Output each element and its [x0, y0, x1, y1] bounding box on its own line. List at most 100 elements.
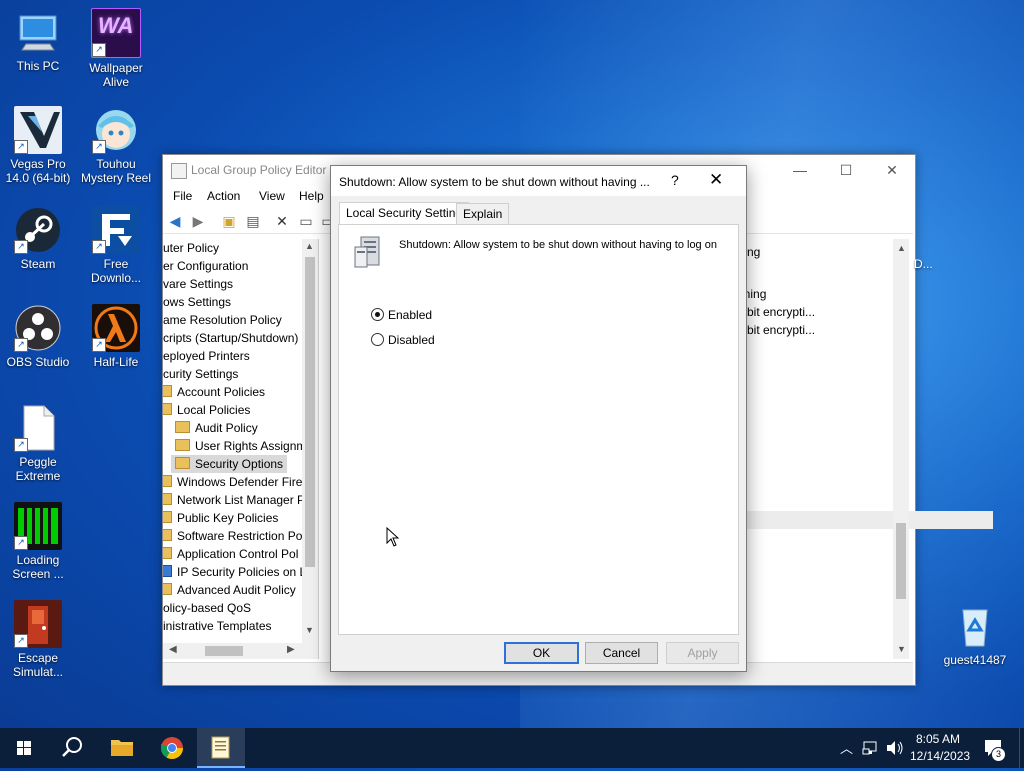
- help-button[interactable]: ?: [671, 172, 679, 188]
- tree-item-windows-defender[interactable]: Windows Defender Firev: [163, 473, 308, 491]
- tree-item-ip-security[interactable]: IP Security Policies on L: [163, 563, 306, 581]
- desktop-icon-label: OBS Studio: [6, 355, 70, 369]
- policy-list-scrollbar[interactable]: ▲ ▼: [893, 239, 909, 659]
- taskbar-file-explorer[interactable]: [98, 728, 146, 768]
- show-hidden-icons-chevron-icon[interactable]: ︿: [840, 738, 853, 757]
- start-button[interactable]: [0, 728, 48, 768]
- tree-item[interactable]: vare Settings: [163, 275, 233, 293]
- dialog-title-bar[interactable]: Shutdown: Allow system to be shut down w…: [331, 166, 746, 196]
- tree-vertical-scrollbar[interactable]: ▲ ▼: [302, 239, 318, 659]
- show-hide-tree-icon[interactable]: ▤: [244, 212, 262, 230]
- delete-icon[interactable]: ✕: [273, 212, 291, 230]
- scroll-down-arrow-icon[interactable]: ▼: [305, 625, 314, 635]
- tree-item-software-restriction[interactable]: Software Restriction Pol: [163, 527, 305, 545]
- action-center-button[interactable]: 3: [982, 736, 1006, 762]
- menu-action[interactable]: Action: [207, 189, 240, 203]
- selected-policy-row-highlight[interactable]: [747, 511, 993, 529]
- tree-item-network-list[interactable]: Network List Manager P: [163, 491, 305, 509]
- tree-item-label: Security Options: [195, 457, 284, 471]
- properties-icon[interactable]: ▭: [297, 212, 315, 230]
- radio-unselected-icon: [371, 333, 384, 346]
- policy-name-label: Shutdown: Allow system to be shut down w…: [399, 239, 717, 251]
- desktop-icon-peggle-extreme[interactable]: ↗ Peggle Extreme: [0, 404, 76, 483]
- maximize-button[interactable]: ☐: [823, 155, 869, 185]
- taskbar-chrome[interactable]: [148, 728, 196, 768]
- tree-item-security-options[interactable]: Security Options: [171, 455, 288, 473]
- tree-item[interactable]: er Configuration: [163, 257, 248, 275]
- tree-item-local-policies[interactable]: Local Policies: [163, 401, 250, 419]
- ok-button[interactable]: OK: [504, 642, 579, 664]
- tab-explain[interactable]: Explain: [456, 203, 510, 225]
- volume-icon[interactable]: [885, 739, 905, 757]
- menu-help[interactable]: Help: [299, 189, 324, 203]
- tree-item-user-rights[interactable]: User Rights Assignm: [175, 437, 306, 455]
- taskbar-group-policy-editor[interactable]: [197, 728, 245, 768]
- desktop-icon-recycle-bin[interactable]: guest41487: [937, 602, 1013, 667]
- tree-item-account-policies[interactable]: Account Policies: [163, 383, 265, 401]
- tree-hscroll-thumb[interactable]: [205, 646, 243, 656]
- scroll-right-arrow-icon[interactable]: ▶: [287, 644, 295, 655]
- forward-arrow-icon[interactable]: ▶: [189, 212, 207, 230]
- chrome-icon: [161, 737, 183, 759]
- tree-item-application-control[interactable]: Application Control Pol: [163, 545, 298, 563]
- tree-item[interactable]: inistrative Templates: [163, 617, 272, 635]
- tree-item[interactable]: cripts (Startup/Shutdown): [163, 329, 298, 347]
- shortcut-arrow-icon: ↗: [14, 536, 28, 550]
- minimize-button[interactable]: —: [777, 155, 823, 185]
- network-icon[interactable]: [862, 740, 880, 756]
- scroll-down-arrow-icon[interactable]: ▼: [897, 644, 906, 654]
- blank-file-icon: ↗: [14, 404, 62, 452]
- tree-item[interactable]: ame Resolution Policy: [163, 311, 282, 329]
- scroll-up-arrow-icon[interactable]: ▲: [897, 243, 906, 253]
- disabled-radio[interactable]: Disabled: [371, 333, 435, 347]
- show-desktop-button[interactable]: [1019, 728, 1024, 768]
- desktop-icon-steam[interactable]: ↗ Steam: [0, 206, 76, 271]
- desktop-icon-loading-screen[interactable]: ↗ Loading Screen ...: [0, 502, 76, 581]
- search-button[interactable]: [48, 728, 96, 768]
- ip-security-icon: [163, 565, 172, 577]
- up-folder-icon[interactable]: ▣: [220, 212, 238, 230]
- desktop-icon-wallpaper-alive[interactable]: WA ↗ Wallpaper Alive: [78, 8, 154, 89]
- tree-item-advanced-audit[interactable]: Advanced Audit Policy: [163, 581, 296, 599]
- tree-horizontal-scrollbar[interactable]: ◀ ▶: [163, 643, 302, 659]
- back-arrow-icon[interactable]: ◀: [166, 212, 184, 230]
- clock-time[interactable]: 8:05 AM: [916, 732, 960, 746]
- desktop-icon-obs-studio[interactable]: ↗ OBS Studio: [0, 304, 76, 369]
- desktop-icon-half-life[interactable]: ↗ Half-Life: [78, 304, 154, 369]
- policy-editor-icon: [211, 736, 230, 759]
- notification-count-badge: 3: [991, 747, 1006, 762]
- tree-item[interactable]: olicy-based QoS: [163, 599, 251, 617]
- enabled-radio[interactable]: Enabled: [371, 308, 432, 322]
- tree-item-audit-policy[interactable]: Audit Policy: [175, 419, 258, 437]
- tab-local-security-setting[interactable]: Local Security Setting: [339, 202, 470, 225]
- desktop-icon-touhou[interactable]: ↗ Touhou Mystery Reel: [78, 106, 154, 185]
- policy-properties-dialog[interactable]: Shutdown: Allow system to be shut down w…: [330, 165, 747, 672]
- folder-icon: [163, 583, 172, 595]
- menu-view[interactable]: View: [259, 189, 285, 203]
- desktop-icon-vegas-pro[interactable]: ↗ Vegas Pro 14.0 (64-bit): [0, 106, 76, 185]
- desktop-icon-this-pc[interactable]: This PC: [0, 8, 76, 73]
- apply-button[interactable]: Apply: [666, 642, 739, 664]
- gpe-tree-pane[interactable]: uter Policy er Configuration vare Settin…: [163, 239, 319, 659]
- scroll-up-arrow-icon[interactable]: ▲: [305, 241, 314, 251]
- tree-scroll-thumb[interactable]: [305, 257, 315, 567]
- policy-row-fragment[interactable]: bit encrypti...: [747, 305, 815, 319]
- policy-row-fragment[interactable]: bit encrypti...: [747, 323, 815, 337]
- folder-icon: [163, 529, 172, 541]
- clock-date[interactable]: 12/14/2023: [910, 749, 970, 763]
- tree-item[interactable]: eployed Printers: [163, 347, 250, 365]
- gpe-window-title: Local Group Policy Editor: [191, 163, 327, 177]
- tree-item[interactable]: ows Settings: [163, 293, 231, 311]
- desktop-icon-free-download[interactable]: ↗ Free Downlo...: [78, 206, 154, 285]
- tree-item[interactable]: curity Settings: [163, 365, 238, 383]
- dialog-close-button[interactable]: ✕: [709, 170, 723, 190]
- policy-list-scroll-thumb[interactable]: [896, 523, 906, 599]
- tree-item[interactable]: uter Policy: [163, 239, 219, 257]
- cancel-button[interactable]: Cancel: [585, 642, 658, 664]
- tree-item-label: Software Restriction Pol: [177, 529, 306, 543]
- desktop-icon-escape-simulator[interactable]: ↗ Escape Simulat...: [0, 600, 76, 679]
- close-button[interactable]: ✕: [869, 155, 915, 185]
- tree-item-public-key[interactable]: Public Key Policies: [163, 509, 278, 527]
- menu-file[interactable]: File: [173, 189, 192, 203]
- scroll-left-arrow-icon[interactable]: ◀: [169, 644, 177, 655]
